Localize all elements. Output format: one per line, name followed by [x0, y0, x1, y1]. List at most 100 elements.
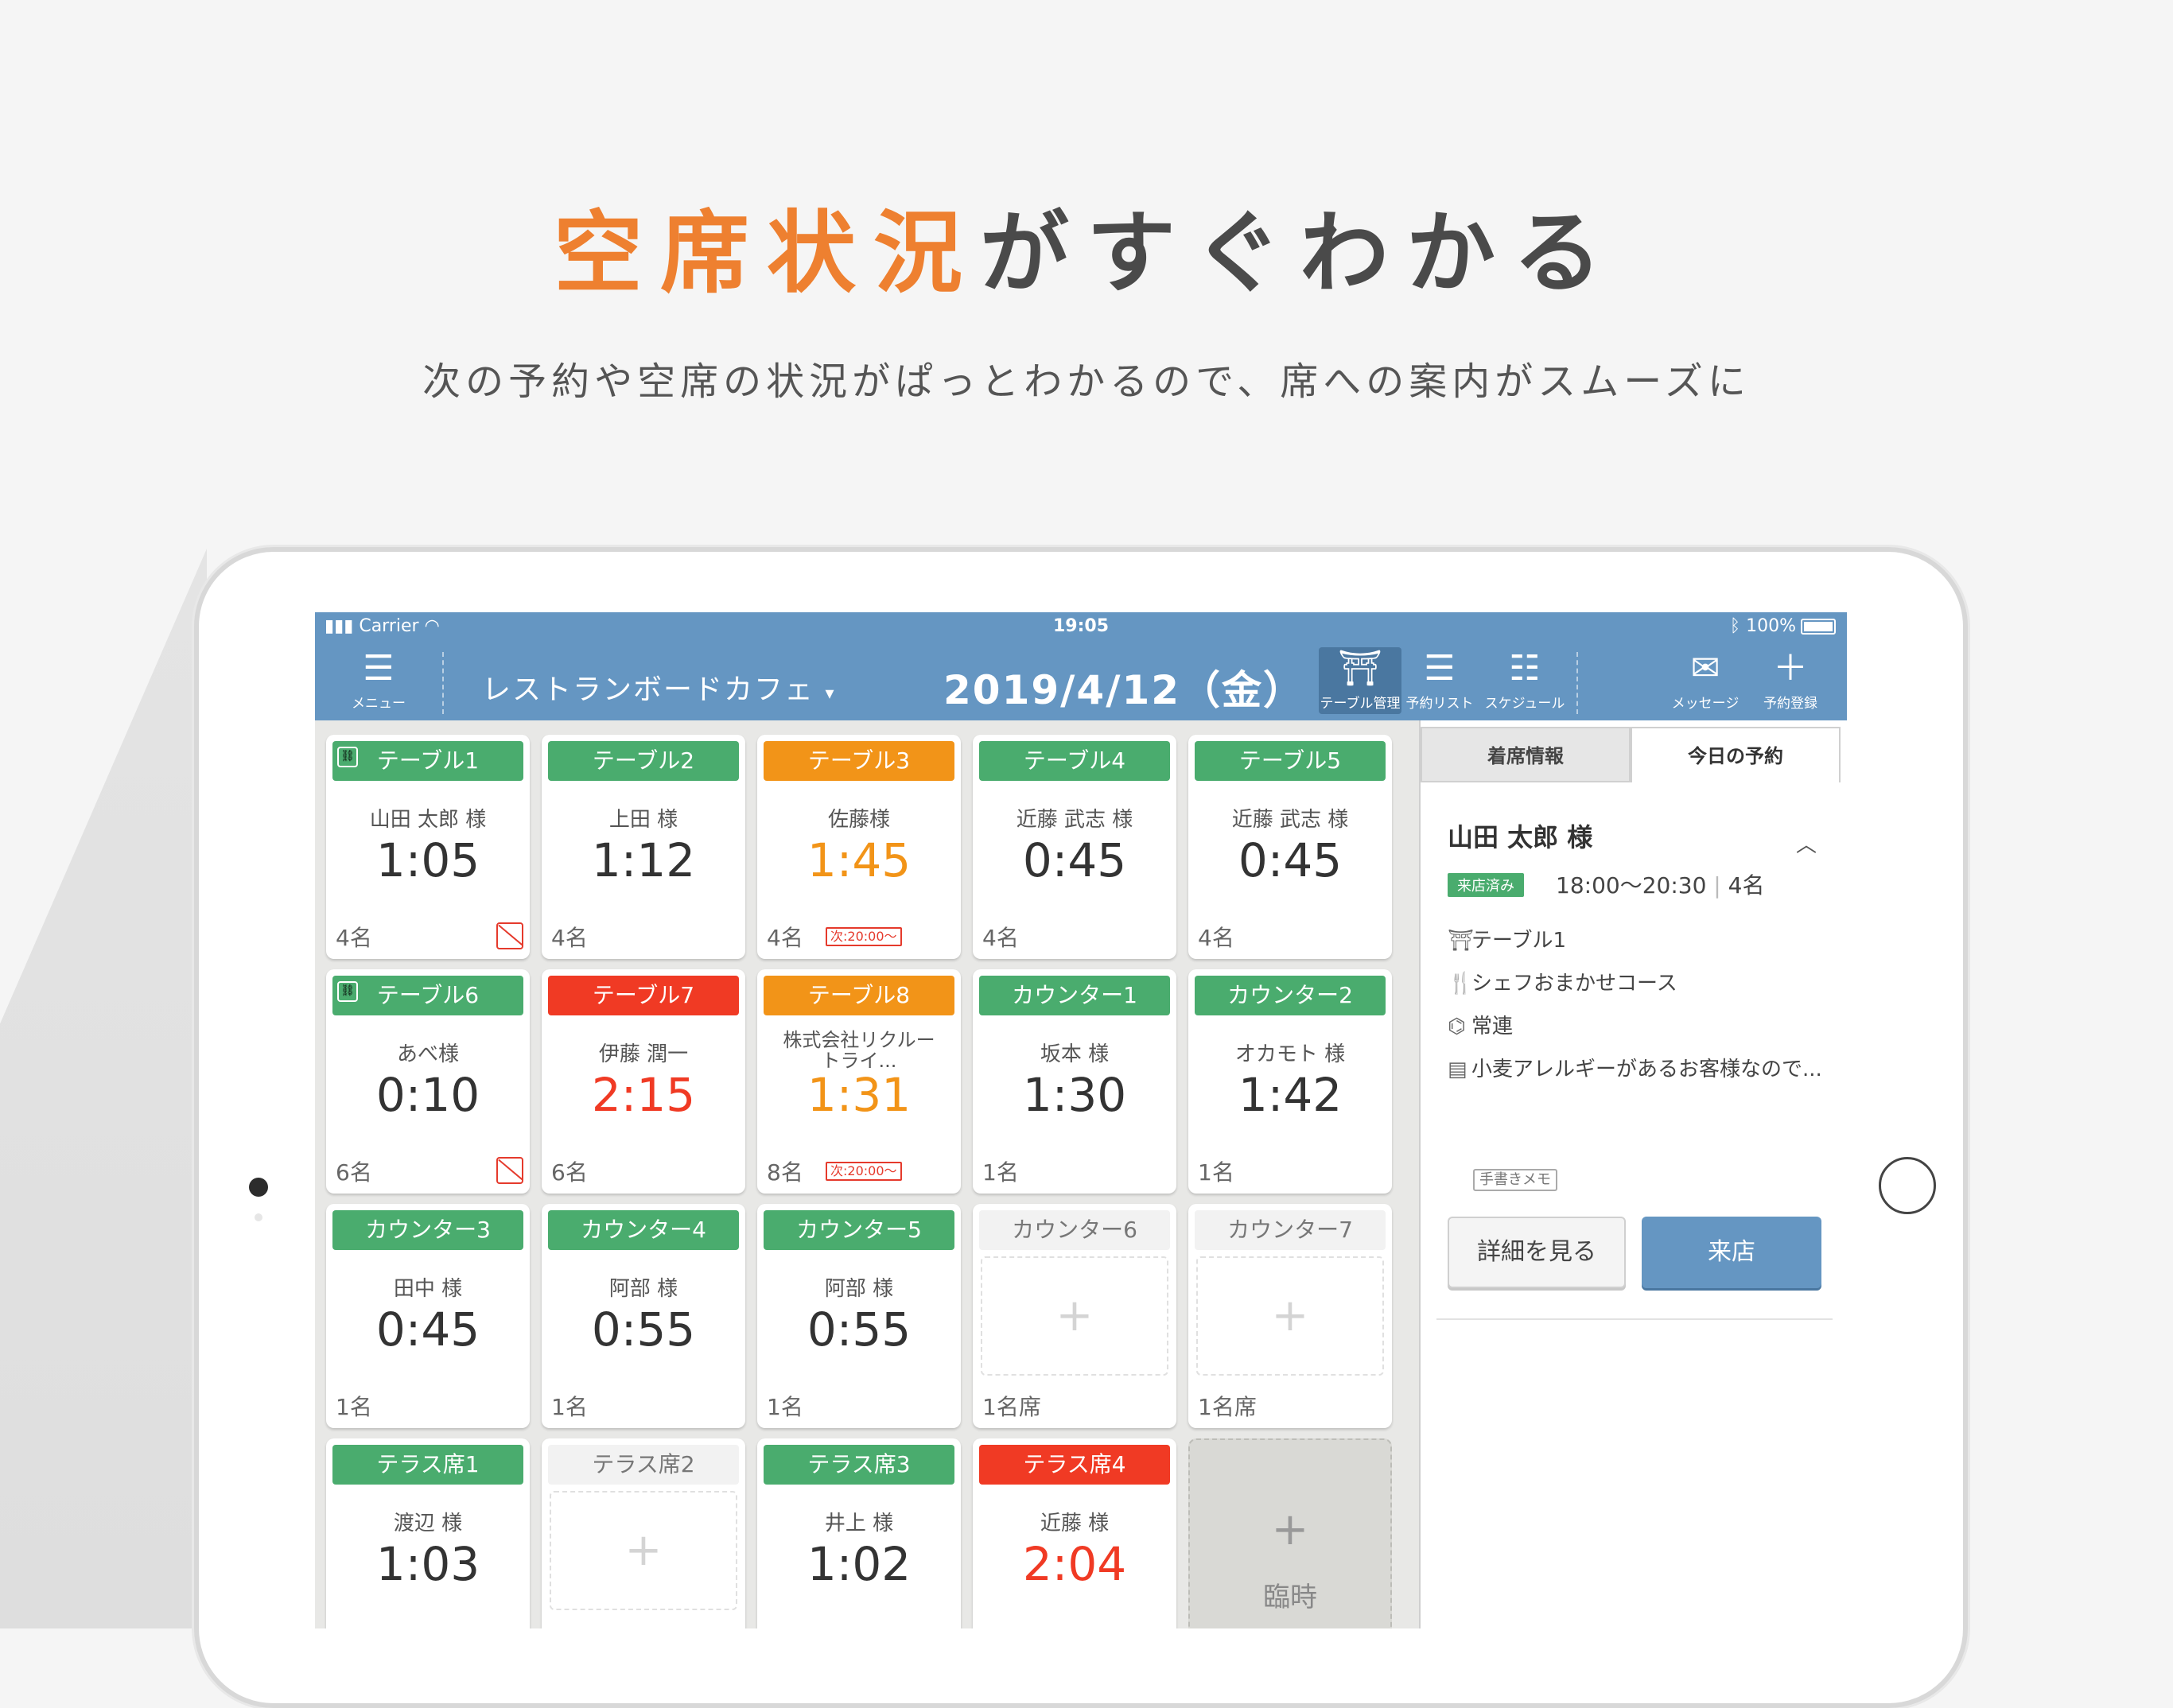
- party-size: 6名: [551, 1159, 588, 1186]
- table-name: テラス席3: [764, 1445, 954, 1485]
- table-card-empty[interactable]: カウンター7 + 1名席: [1188, 1204, 1392, 1428]
- caret-down-icon: ▾: [825, 684, 836, 704]
- elapsed-time: 1:42: [1238, 1068, 1343, 1122]
- table-icon: ⛩: [1338, 648, 1382, 689]
- elapsed-time: 0:10: [375, 1068, 480, 1122]
- table-card[interactable]: テラス席1 渡辺 様 1:03: [326, 1438, 530, 1628]
- memo-icon: ▤: [1448, 1058, 1467, 1081]
- guest-name: オカモト 様: [1234, 1042, 1346, 1066]
- elapsed-time: 1:12: [591, 833, 696, 887]
- add-seat-plus-icon[interactable]: +: [981, 1256, 1168, 1376]
- restaurant-selector[interactable]: レストランボードカフェ ▾: [482, 666, 836, 708]
- table-card[interactable]: カウンター3 田中 様 0:45 1名: [326, 1204, 530, 1428]
- app-screen: ▮▮▮ Carrier ◠ 19:05 ᛒ 100% ☰ メニュー レストランボ…: [315, 612, 1847, 1628]
- nav-schedule[interactable]: ☷ スケジュール: [1481, 647, 1569, 712]
- camera-icon: [249, 1178, 268, 1197]
- table-card[interactable]: テーブル4 近藤 武志 様 0:45 4名: [973, 735, 1176, 959]
- table-card[interactable]: テーブル7 伊藤 潤一 2:15 6名: [542, 969, 745, 1194]
- elapsed-time: 0:55: [591, 1302, 696, 1357]
- party-size: 8名: [767, 1159, 803, 1186]
- guest-name: 山田 太郎 様: [369, 808, 487, 832]
- table-card[interactable]: テーブル5 近藤 武志 様 0:45 4名: [1188, 735, 1392, 959]
- plus-icon: +: [1271, 1504, 1309, 1555]
- elapsed-time: 2:04: [1022, 1537, 1127, 1591]
- table-name: テーブル4: [979, 741, 1170, 781]
- table-card-empty[interactable]: テラス席2 +: [542, 1438, 745, 1628]
- table-name: カウンター7: [1195, 1210, 1386, 1250]
- table-card[interactable]: テラス席3 井上 様 1:02: [757, 1438, 961, 1628]
- status-badge: 来店済み: [1448, 873, 1524, 897]
- party-size: 1名: [336, 1394, 372, 1420]
- guest-name: 阿部 様: [824, 1277, 894, 1301]
- guest-name: 伊藤 潤一: [598, 1042, 689, 1066]
- party-size: 6名: [336, 1159, 372, 1186]
- table-card-empty[interactable]: カウンター6 + 1名席: [973, 1204, 1176, 1428]
- tab-seated-info[interactable]: 着席情報: [1421, 727, 1631, 782]
- party-size: 1名: [767, 1394, 803, 1420]
- guest-name: 株式会社リクルートライ...: [783, 1029, 935, 1072]
- handwritten-memo-tag[interactable]: 手書きメモ: [1473, 1169, 1557, 1191]
- table-name: カウンター1: [979, 976, 1170, 1015]
- menu-button[interactable]: ☰ メニュー: [339, 647, 418, 712]
- nav-separator: [442, 652, 444, 714]
- home-button[interactable]: [1879, 1157, 1936, 1214]
- sensor-icon: [255, 1213, 262, 1221]
- nav-message[interactable]: ✉ メッセージ: [1667, 647, 1743, 712]
- guest-name: 田中 様: [393, 1277, 463, 1301]
- chevron-up-icon[interactable]: ︿: [1796, 829, 1817, 858]
- nav-reservation-list[interactable]: ☰ 予約リスト: [1405, 647, 1475, 712]
- subheadline: 次の予約や空席の状況がぱっとわかるので、席への案内がスムーズに: [422, 359, 1751, 404]
- nav-bar: ☰ メニュー レストランボードカフェ ▾ 2019/4/12（金） ⛩ テーブル…: [315, 641, 1847, 720]
- reservation-tag: ⌬ 常連: [1448, 1015, 1514, 1038]
- add-seat-plus-icon[interactable]: +: [1196, 1256, 1384, 1376]
- guest-name: 佐藤様: [827, 808, 890, 832]
- table-name: テーブル6: [332, 976, 523, 1015]
- link-icon: ⛓: [337, 747, 358, 767]
- fork-knife-icon: 🍴: [1448, 972, 1474, 996]
- reservation-time: 18:00〜20:30 | 4名: [1556, 872, 1765, 899]
- background-shadow: [0, 549, 207, 1628]
- status-bar: ▮▮▮ Carrier ◠ 19:05 ᛒ 100%: [315, 612, 1847, 641]
- table-card[interactable]: テーブル6 ⛓ あべ様 0:10 6名: [326, 969, 530, 1194]
- table-name: カウンター6: [979, 1210, 1170, 1250]
- view-details-button[interactable]: 詳細を見る: [1448, 1217, 1626, 1288]
- nav-add-reservation[interactable]: ＋ 予約登録: [1755, 647, 1826, 712]
- link-icon: ⛓: [337, 981, 358, 1002]
- battery-icon: [1801, 619, 1836, 635]
- table-name: テラス席2: [548, 1445, 739, 1485]
- table-card[interactable]: カウンター4 阿部 様 0:55 1名: [542, 1204, 745, 1428]
- table-name: カウンター3: [332, 1210, 523, 1250]
- table-card[interactable]: テーブル8 株式会社リクルートライ... 1:31 8名 次:20:00〜: [757, 969, 961, 1194]
- check-in-button[interactable]: 来店: [1642, 1217, 1821, 1288]
- headline: 空席状況がすぐわかる: [554, 202, 1619, 305]
- add-seat-plus-icon[interactable]: +: [550, 1491, 737, 1610]
- table-card[interactable]: テーブル1 ⛓ 山田 太郎 様 1:05 4名: [326, 735, 530, 959]
- temporary-table-button[interactable]: + 臨時: [1188, 1438, 1392, 1628]
- next-reservation-tag: 次:20:00〜: [826, 927, 902, 946]
- temporary-label: 臨時: [1263, 1582, 1317, 1613]
- guest-name: 渡辺 様: [393, 1512, 463, 1535]
- next-reservation-tag: 次:20:00〜: [826, 1162, 902, 1181]
- table-card[interactable]: テーブル3 佐藤様 1:45 4名 次:20:00〜: [757, 735, 961, 959]
- table-card[interactable]: テラス席4 近藤 様 2:04: [973, 1438, 1176, 1628]
- table-card[interactable]: カウンター1 坂本 様 1:30 1名: [973, 969, 1176, 1194]
- nav-table-management[interactable]: ⛩ テーブル管理: [1319, 647, 1401, 714]
- table-name: テーブル5: [1195, 741, 1386, 781]
- tab-today-reservations[interactable]: 今日の予約: [1631, 727, 1841, 782]
- seat-capacity: 1名席: [1198, 1394, 1257, 1420]
- seat-capacity: 1名席: [982, 1394, 1041, 1420]
- guest-name: 上田 様: [608, 808, 678, 832]
- elapsed-time: 1:02: [807, 1537, 912, 1591]
- table-name: テラス席1: [332, 1445, 523, 1485]
- table-card[interactable]: カウンター2 オカモト 様 1:42 1名: [1188, 969, 1392, 1194]
- reservation-memo: ▤ 小麦アレルギーがあるお客様なので...: [1448, 1058, 1822, 1081]
- table-name: テラス席4: [979, 1445, 1170, 1485]
- date-label[interactable]: 2019/4/12（金）: [943, 658, 1304, 716]
- table-card[interactable]: カウンター5 阿部 様 0:55 1名: [757, 1204, 961, 1428]
- divider: [1436, 1318, 1833, 1320]
- guest-name: 井上 様: [824, 1512, 894, 1535]
- reservation-table: ⛩テーブル1: [1448, 929, 1566, 953]
- guest-name: 阿部 様: [608, 1277, 678, 1301]
- table-card[interactable]: テーブル2 上田 様 1:12 4名: [542, 735, 745, 959]
- no-smoking-icon: [496, 1157, 523, 1184]
